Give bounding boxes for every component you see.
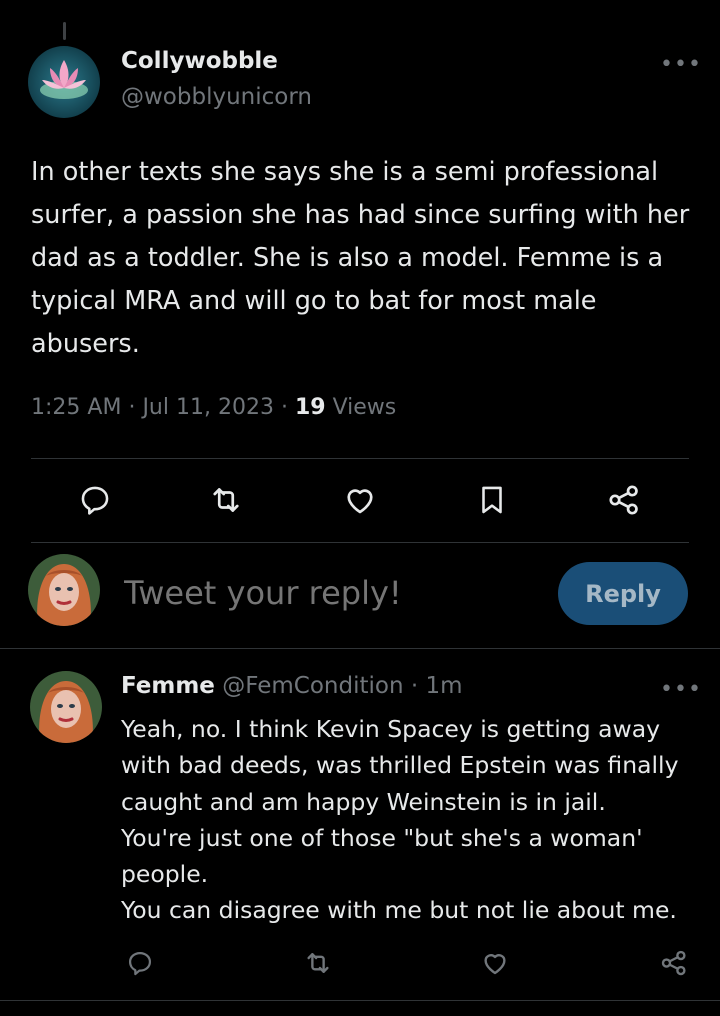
reply-icon[interactable] xyxy=(73,478,117,522)
reply-icon[interactable] xyxy=(118,941,162,985)
reply-line: Yeah, no. I think Kevin Spacey is gettin… xyxy=(121,715,661,743)
more-icon[interactable]: ••• xyxy=(660,54,702,76)
reply-header: Femme @FemCondition · 1m xyxy=(121,673,463,699)
reply-author-name[interactable]: Femme xyxy=(121,673,215,699)
more-icon[interactable]: ••• xyxy=(660,679,702,701)
meta-separator: · xyxy=(410,673,419,699)
reply-button[interactable]: Reply xyxy=(558,562,688,625)
reply-line: You're just one of those "but she's a wo… xyxy=(121,823,643,852)
reply-line: You can disagree with me but not lie abo… xyxy=(121,896,677,925)
reply-input[interactable] xyxy=(124,574,524,612)
reply-text: Yeah, no. I think Kevin Spacey is gettin… xyxy=(121,711,701,929)
tweet-date[interactable]: Jul 11, 2023 xyxy=(142,395,274,420)
divider xyxy=(31,542,689,543)
like-icon[interactable] xyxy=(473,941,517,985)
tweet-time[interactable]: 1:25 AM xyxy=(31,395,121,420)
divider xyxy=(31,458,689,459)
reply-author-handle[interactable]: @FemCondition xyxy=(222,673,403,699)
thread-line xyxy=(63,22,66,40)
divider xyxy=(0,648,720,649)
reply-age[interactable]: 1m xyxy=(425,673,462,699)
views-count[interactable]: 19 xyxy=(295,395,326,420)
reply-line: caught and am happy Weinstein is in jail… xyxy=(121,787,606,816)
retweet-icon[interactable] xyxy=(296,941,340,985)
meta-separator: · xyxy=(128,395,143,420)
bookmark-icon[interactable] xyxy=(470,478,514,522)
reply-author-avatar[interactable] xyxy=(30,671,102,743)
tweet-meta: 1:25 AM · Jul 11, 2023 · 19 Views xyxy=(31,395,396,420)
views-label[interactable]: Views xyxy=(333,395,397,420)
retweet-icon[interactable] xyxy=(204,478,248,522)
meta-separator: · xyxy=(280,395,295,420)
tweet-text: In other texts she says she is a semi pr… xyxy=(31,157,690,359)
divider xyxy=(0,1000,720,1001)
share-icon[interactable] xyxy=(602,478,646,522)
share-icon[interactable] xyxy=(652,941,696,985)
author-handle[interactable]: @wobblyunicorn xyxy=(121,84,312,110)
reply-line: people. xyxy=(121,860,209,889)
reply-line: with bad deeds, was thrilled Epstein was… xyxy=(121,751,679,780)
user-avatar[interactable] xyxy=(28,554,100,626)
like-icon[interactable] xyxy=(338,478,382,522)
author-avatar[interactable] xyxy=(28,46,100,118)
author-name[interactable]: Collywobble xyxy=(121,48,278,74)
